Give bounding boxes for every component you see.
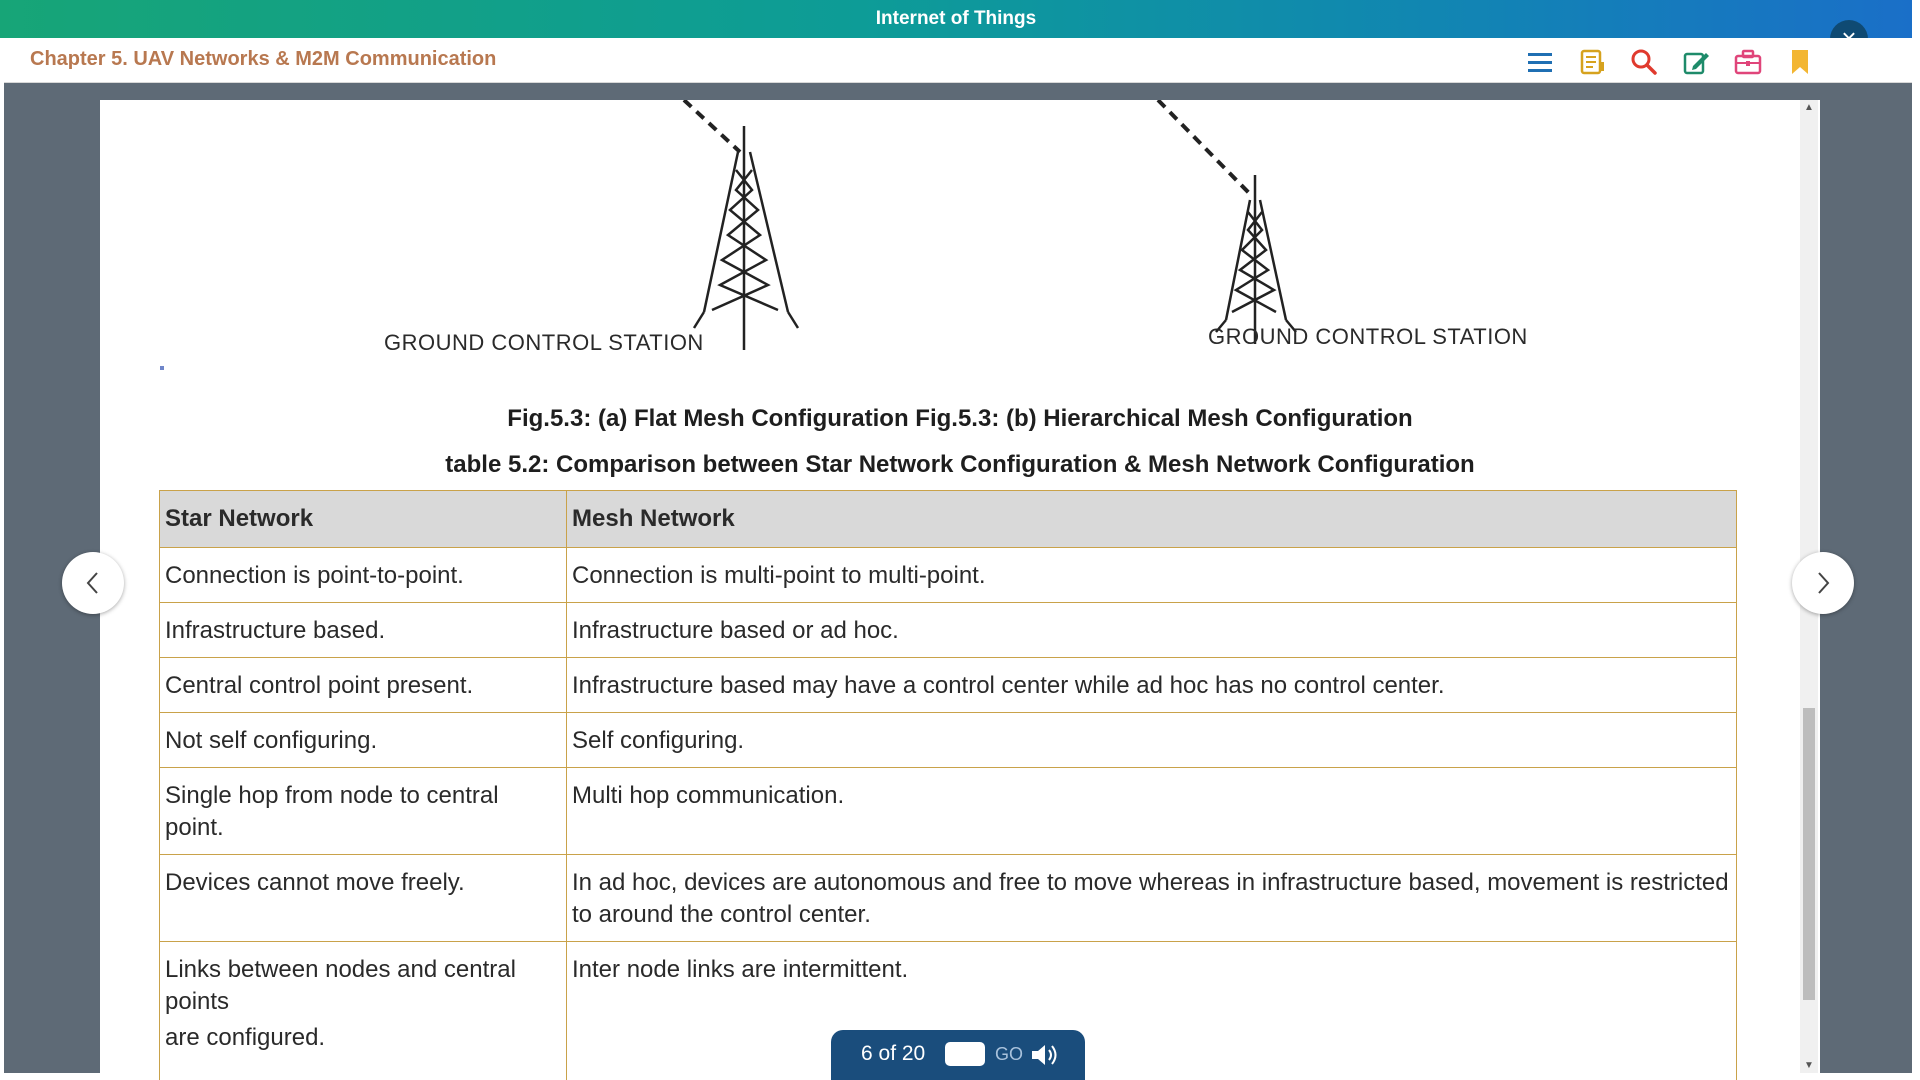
table-cell: Infrastructure based may have a control … bbox=[566, 657, 1737, 713]
table-row: Not self configuring. Self configuring. bbox=[159, 712, 1737, 768]
edit-icon[interactable] bbox=[1680, 46, 1712, 78]
table-cell: Links between nodes and central points a… bbox=[159, 941, 567, 1080]
table-header-row: Star Network Mesh Network bbox=[159, 490, 1737, 548]
bookmark-icon[interactable] bbox=[1784, 46, 1816, 78]
app-title: Internet of Things bbox=[875, 8, 1037, 29]
chapter-bar: Chapter 5. UAV Networks & M2M Communicat… bbox=[4, 38, 1912, 83]
toolbar bbox=[1524, 46, 1816, 78]
table-row: Devices cannot move freely. In ad hoc, d… bbox=[159, 854, 1737, 942]
table-row: Single hop from node to central point. M… bbox=[159, 767, 1737, 855]
stray-dot bbox=[160, 366, 164, 370]
figure-caption: Fig.5.3: (a) Flat Mesh Configuration Fig… bbox=[507, 405, 1413, 432]
table-cell: In ad hoc, devices are autonomous and fr… bbox=[566, 854, 1737, 942]
menu-icon[interactable] bbox=[1524, 46, 1556, 78]
comparison-table: Star Network Mesh Network Connection is … bbox=[159, 490, 1737, 1080]
table-caption: table 5.2: Comparison between Star Netwo… bbox=[445, 451, 1475, 478]
next-page-button[interactable] bbox=[1792, 552, 1854, 614]
notes-icon[interactable] bbox=[1576, 46, 1608, 78]
table-cell: Single hop from node to central point. bbox=[159, 767, 567, 855]
reader-stage: GROUND CONTROL STATION GROUND CONTROL ST… bbox=[4, 83, 1912, 1080]
table-cell-line: Links between nodes and central points bbox=[165, 956, 516, 1015]
table-cell: Not self configuring. bbox=[159, 712, 567, 768]
table-cell: Devices cannot move freely. bbox=[159, 854, 567, 942]
scroll-thumb[interactable] bbox=[1803, 708, 1815, 1000]
page-indicator: 6 of 20 bbox=[861, 1042, 926, 1065]
table-cell: Multi hop communication. bbox=[566, 767, 1737, 855]
table-cell: Infrastructure based or ad hoc. bbox=[566, 602, 1737, 658]
table-row: Connection is point-to-point. Connection… bbox=[159, 547, 1737, 603]
flat-mesh-figure bbox=[682, 100, 1297, 350]
chevron-right-icon bbox=[1818, 572, 1830, 594]
scroll-down-icon[interactable]: ▼ bbox=[1804, 1060, 1814, 1071]
table-cell-line: are configured. bbox=[165, 1024, 326, 1051]
book-page: GROUND CONTROL STATION GROUND CONTROL ST… bbox=[100, 100, 1820, 1080]
table-cell: Self configuring. bbox=[566, 712, 1737, 768]
chapter-title: Chapter 5. UAV Networks & M2M Communicat… bbox=[30, 48, 497, 70]
table-cell: Inter node links are intermittent. bbox=[566, 941, 1737, 1080]
page-navigator: 6 of 20 GO bbox=[831, 1030, 1085, 1080]
table-header-cell: Mesh Network bbox=[566, 490, 1737, 548]
table-cell: Connection is multi-point to multi-point… bbox=[566, 547, 1737, 603]
table-header-cell: Star Network bbox=[159, 490, 567, 548]
app-title-bar: Internet of Things bbox=[0, 0, 1912, 38]
table-row: Infrastructure based. Infrastructure bas… bbox=[159, 602, 1737, 658]
search-icon[interactable] bbox=[1628, 46, 1660, 78]
page-number-input[interactable] bbox=[945, 1042, 985, 1066]
table-cell: Central control point present. bbox=[159, 657, 567, 713]
table-row: Central control point present. Infrastru… bbox=[159, 657, 1737, 713]
scroll-up-icon[interactable]: ▲ bbox=[1804, 102, 1814, 113]
chevron-left-icon bbox=[86, 572, 98, 594]
table-cell: Infrastructure based. bbox=[159, 602, 567, 658]
speaker-icon[interactable] bbox=[1030, 1042, 1060, 1068]
right-tower-label: GROUND CONTROL STATION bbox=[1208, 324, 1528, 349]
left-tower-label: GROUND CONTROL STATION bbox=[384, 330, 704, 355]
table-cell: Connection is point-to-point. bbox=[159, 547, 567, 603]
previous-page-button[interactable] bbox=[62, 552, 124, 614]
go-button[interactable]: GO bbox=[995, 1044, 1023, 1065]
toolbox-icon[interactable] bbox=[1732, 46, 1764, 78]
